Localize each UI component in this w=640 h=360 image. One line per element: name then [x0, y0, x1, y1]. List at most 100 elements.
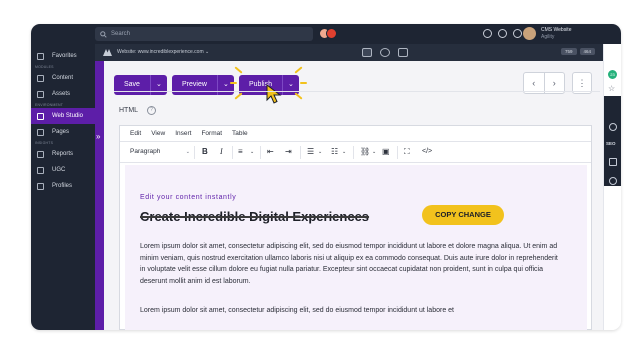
- chevron-down-icon: ⌄: [185, 149, 190, 155]
- outdent-icon[interactable]: ⇤: [267, 147, 274, 157]
- menu-view[interactable]: View: [151, 126, 165, 141]
- chevron-double-right-icon: »: [96, 132, 101, 141]
- top-icons: [483, 29, 522, 38]
- pages-icon: [37, 129, 44, 136]
- code-icon[interactable]: </>: [422, 147, 432, 157]
- image-icon[interactable]: ▣: [382, 147, 390, 157]
- toolbar-divider: [300, 146, 301, 159]
- apps-icon[interactable]: [513, 29, 522, 38]
- chevron-right-icon[interactable]: ›: [543, 73, 565, 93]
- menu-insert[interactable]: Insert: [175, 126, 191, 141]
- viewport-width[interactable]: 759: [561, 48, 577, 55]
- align-icon[interactable]: ≡: [238, 147, 243, 157]
- copy-change-button[interactable]: COPY CHANGE: [422, 205, 504, 225]
- star-icon: [37, 53, 44, 60]
- link-icon[interactable]: ⛓: [360, 147, 370, 157]
- block-format-select[interactable]: Paragraph ⌄: [130, 145, 190, 159]
- seo-tab[interactable]: SEO: [606, 141, 616, 146]
- chevron-down-icon[interactable]: ⌄: [149, 75, 167, 95]
- profiles-icon: [37, 183, 44, 190]
- notification-badge[interactable]: 23: [608, 70, 617, 79]
- search-placeholder: Search: [111, 31, 131, 37]
- sidebar-item-ugc[interactable]: UGC: [31, 162, 95, 178]
- help-icon[interactable]: [483, 29, 492, 38]
- menu-edit[interactable]: Edit: [130, 126, 141, 141]
- rich-text-editor[interactable]: Edit View Insert Format Table Paragraph …: [119, 125, 592, 330]
- website-selector[interactable]: Website: www.incrediblexperience.com ⌄: [117, 44, 209, 61]
- star-icon[interactable]: ☆: [608, 84, 615, 93]
- editor-menubar: Edit View Insert Format Table: [120, 126, 591, 142]
- app-window: Search CMS Website Agility Favorites MOD…: [31, 24, 621, 330]
- collapse-panel-handle[interactable]: »: [95, 44, 104, 330]
- settings-sliders-icon[interactable]: [609, 158, 617, 166]
- account-info[interactable]: CMS Website Agility: [541, 27, 571, 41]
- external-link-icon[interactable]: [398, 48, 408, 57]
- refresh-icon[interactable]: [380, 48, 390, 57]
- menu-format[interactable]: Format: [201, 126, 222, 141]
- ugc-icon: [37, 167, 44, 174]
- status-dots: [319, 28, 337, 40]
- content-icon: [37, 75, 44, 82]
- sidebar-item-pages[interactable]: Pages: [31, 124, 95, 140]
- avatar[interactable]: [523, 27, 536, 40]
- fullscreen-icon[interactable]: ⛶: [404, 147, 410, 157]
- sidebar-item-assets[interactable]: Assets: [31, 86, 95, 102]
- sidebar-item-web-studio[interactable]: Web Studio: [31, 108, 95, 124]
- bold-icon[interactable]: B: [202, 147, 208, 157]
- toolbar-divider: [232, 146, 233, 159]
- save-label: Save: [124, 81, 140, 88]
- italic-icon[interactable]: I: [220, 147, 223, 157]
- sidebar-item-label: UGC: [52, 167, 66, 173]
- status-dot-2: [326, 28, 337, 39]
- chevron-down-icon[interactable]: ⌄: [318, 147, 322, 157]
- account-sub: Agility: [541, 34, 555, 40]
- indent-icon[interactable]: ⇥: [285, 147, 292, 157]
- sidebar-item-favorites[interactable]: Favorites: [31, 48, 95, 64]
- chevron-down-icon: ⌄: [205, 49, 210, 55]
- sidebar-item-label: Content: [52, 75, 74, 81]
- chevron-down-icon[interactable]: ⌄: [216, 75, 234, 95]
- sidebar-item-profiles[interactable]: Profiles: [31, 178, 95, 194]
- account-name: CMS Website: [541, 27, 572, 33]
- toolbar-divider: [194, 146, 195, 159]
- main-panel: Save ⌄ Preview ⌄ Publish ⌄ ‹ › ⋮ HTML ? …: [104, 61, 603, 330]
- sidebar: Favorites MODULES Content Assets ENVIRON…: [31, 44, 95, 330]
- agility-logo-icon: [103, 49, 112, 56]
- field-label: HTML: [119, 107, 139, 114]
- editor-format-toolbar: Paragraph ⌄ B I ≡ ⌄ ⇤ ⇥ ☰ ⌄ ☷ ⌄ ⛓ ⌄ ▣ ⛶ …: [120, 142, 591, 163]
- preview-button[interactable]: Preview ⌄: [172, 75, 234, 95]
- chevron-left-icon[interactable]: ‹: [524, 73, 544, 93]
- reports-icon: [37, 151, 44, 158]
- eyebrow-text: Edit your content instantly: [140, 194, 237, 201]
- bell-icon[interactable]: [498, 29, 507, 38]
- toolbar-divider: [353, 146, 354, 159]
- help-circle-icon[interactable]: ?: [147, 106, 156, 115]
- headline: Create Incredible Digital Experiences: [140, 209, 370, 224]
- body-paragraph: Lorem ipsum dolor sit amet, consectetur …: [140, 307, 454, 314]
- sidebar-item-label: Reports: [52, 151, 74, 157]
- right-rail: 23 ☆ SEO: [603, 44, 621, 330]
- sidebar-item-label: Pages: [52, 129, 70, 135]
- viewport-size: 759 464: [561, 48, 596, 55]
- chevron-down-icon[interactable]: ⌄: [250, 147, 254, 157]
- sidebar-item-content[interactable]: Content: [31, 70, 95, 86]
- body-paragraph: Lorem ipsum dolor sit amet, consectetur …: [140, 243, 558, 285]
- desktop-view-icon[interactable]: [362, 48, 372, 57]
- save-button[interactable]: Save ⌄: [114, 75, 167, 95]
- toolbar-divider: [260, 146, 261, 159]
- history-icon[interactable]: [609, 177, 617, 185]
- cursor-icon: [266, 84, 282, 104]
- comment-icon[interactable]: [609, 123, 617, 131]
- viewport-height[interactable]: 464: [579, 48, 596, 55]
- top-bar: Search CMS Website Agility: [31, 24, 621, 44]
- chevron-down-icon[interactable]: ⌄: [372, 147, 376, 157]
- website-label: Website: www.incrediblexperience.com: [117, 49, 204, 55]
- menu-table[interactable]: Table: [232, 126, 248, 141]
- search-input[interactable]: Search: [95, 27, 313, 41]
- sidebar-item-reports[interactable]: Reports: [31, 146, 95, 162]
- bullet-list-icon[interactable]: ☰: [307, 147, 314, 157]
- chevron-down-icon[interactable]: ⌄: [342, 147, 346, 157]
- numbered-list-icon[interactable]: ☷: [331, 147, 338, 157]
- editor-content[interactable]: Edit your content instantly Create Incre…: [125, 165, 587, 330]
- search-icon: [100, 31, 107, 38]
